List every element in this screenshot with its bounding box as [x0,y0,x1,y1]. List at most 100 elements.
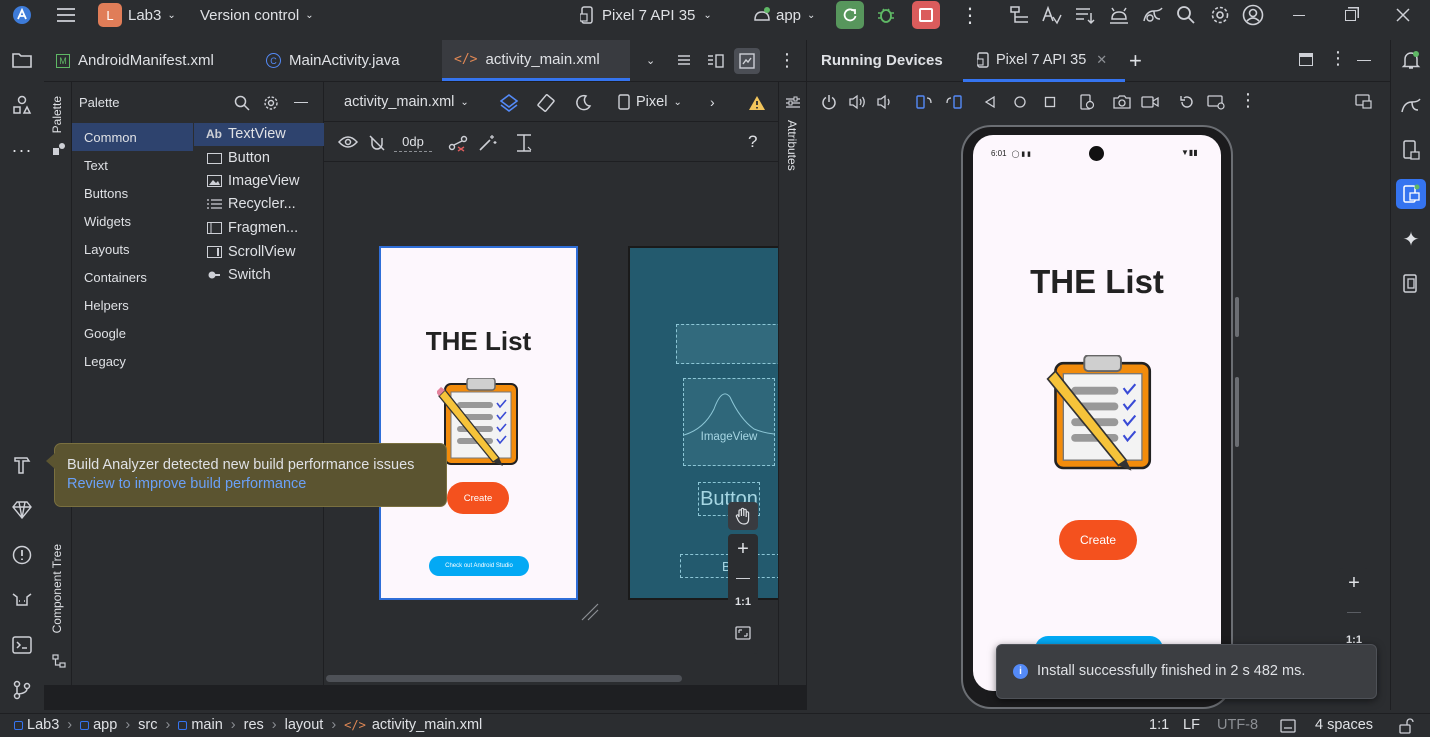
tab-main-activity[interactable]: C MainActivity.java [266,40,400,81]
screen-record-icon[interactable] [1141,94,1159,110]
project-selector[interactable]: L Lab3 ⌄ [98,0,176,30]
tab-activity-main-xml[interactable]: </> activity_main.xml [442,40,630,81]
design-surface-icon[interactable] [500,94,518,112]
restore-window-icon[interactable] [1345,0,1356,30]
device-tab-pixel7[interactable]: Pixel 7 API 35 ✕ [963,40,1125,82]
palette-category-common[interactable]: Common [84,130,137,145]
breadcrumb-item[interactable]: res [244,717,264,733]
lock-icon[interactable] [1398,718,1414,734]
device-more-icon[interactable]: ⋮ [1239,90,1257,111]
design-preview-screen[interactable]: THE List Create Check out Android Studio [379,246,578,600]
night-mode-icon[interactable] [574,94,592,112]
help-icon[interactable]: ? [748,132,757,152]
zoom-in-icon[interactable]: + [728,534,758,564]
palette-search-icon[interactable] [234,95,250,111]
palette-item-switch[interactable]: Switch [206,267,271,283]
tabs-overflow-chevron-icon[interactable]: ⌄ [646,40,655,81]
palette-category-legacy[interactable]: Legacy [84,354,126,369]
main-menu-icon[interactable] [56,0,76,30]
run-config-selector[interactable]: app ⌄ [752,0,815,30]
view-options-eye-icon[interactable] [338,134,358,150]
logcat-icon[interactable] [7,585,37,615]
volume-up-icon[interactable] [849,94,867,110]
back-icon[interactable] [983,95,997,109]
snapshot-icon[interactable] [1079,94,1095,110]
notifications-bell-icon[interactable] [1396,45,1426,75]
blueprint-textview[interactable] [676,324,778,364]
palette-category-layouts[interactable]: Layouts [84,242,130,257]
android-logo-icon[interactable] [12,0,32,30]
home-icon[interactable] [1013,95,1027,109]
palette-settings-icon[interactable] [263,95,279,111]
translate-icon[interactable] [1040,0,1062,30]
gradle-icon[interactable] [1396,90,1426,120]
gemini-sparkle-icon[interactable]: ✦ [1396,224,1426,254]
toolbar-overflow-chevron-icon[interactable]: › [710,94,715,110]
device-zoom-in-icon[interactable]: + [1339,568,1369,598]
split-view-icon[interactable] [706,40,724,81]
palette-side-label[interactable]: Palette [50,96,64,133]
pan-hand-icon[interactable] [728,502,758,530]
project-folder-icon[interactable] [7,45,37,75]
add-device-icon[interactable]: + [1129,48,1142,74]
mirror-display-icon[interactable] [1355,94,1373,110]
code-view-icon[interactable] [676,40,692,81]
more-actions-icon[interactable]: ⋮ [960,0,980,30]
palette-category-helpers[interactable]: Helpers [84,298,129,313]
phone-screen[interactable]: 6:01 ◯ ▮ ▮ ▼▮▮ THE List Create Check out… [973,135,1221,691]
clear-constraints-icon[interactable] [448,134,468,152]
palette-item-scrollview[interactable]: ScrollView [206,244,295,260]
guidelines-icon[interactable] [514,133,534,153]
default-margin-field[interactable]: 0dp [394,132,432,152]
palette-item-recyclerview[interactable]: Recycler... [206,196,296,212]
preview-studio-button[interactable]: Check out Android Studio [429,556,529,576]
palette-item-button[interactable]: Button [206,150,270,166]
minimize-window-icon[interactable] [1293,0,1305,30]
gem-icon[interactable] [7,495,37,525]
breadcrumb-item[interactable]: app [93,717,117,733]
reset-device-icon[interactable] [1179,94,1195,110]
canvas-horizontal-scrollbar[interactable] [326,675,682,682]
install-notification[interactable]: i Install successfully finished in 2 s 4… [996,644,1377,699]
phone-create-button[interactable]: Create [1059,520,1137,560]
editor-more-icon[interactable]: ⋮ [778,40,796,81]
component-tree-label[interactable]: Component Tree [50,544,64,633]
problems-icon[interactable] [7,540,37,570]
device-dropdown[interactable]: Pixel ⌄ [618,94,682,110]
palette-category-google[interactable]: Google [84,326,126,341]
breadcrumb-item[interactable]: Lab3 [27,717,59,733]
file-encoding[interactable]: UTF-8 [1217,717,1258,733]
device-manager-icon[interactable] [1396,135,1426,165]
design-view-icon[interactable] [734,40,760,81]
resize-handle-icon[interactable] [580,602,600,622]
vcs-selector[interactable]: Version control ⌄ [200,0,314,30]
search-icon[interactable] [1176,0,1196,30]
rotate-right-icon[interactable] [945,94,963,110]
autoconnect-magnet-icon[interactable] [368,134,386,152]
line-ending[interactable]: LF [1183,717,1200,733]
gradle-elephant-icon[interactable] [1142,0,1164,30]
breadcrumb-item[interactable]: main [191,717,222,733]
overview-icon[interactable] [1043,95,1057,109]
layout-file-dropdown[interactable]: activity_main.xml ⌄ [344,94,469,110]
tooltip-review-link[interactable]: Review to improve build performance [67,476,306,492]
breadcrumb-item[interactable]: layout [285,717,324,733]
volume-down-icon[interactable] [877,94,893,110]
power-icon[interactable] [821,94,837,110]
palette-category-buttons[interactable]: Buttons [84,186,128,201]
more-tools-icon[interactable]: ··· [7,135,37,165]
close-tab-icon[interactable]: ✕ [1096,52,1107,68]
build-hammer-icon[interactable] [7,450,37,480]
running-devices-tool-icon[interactable] [1396,179,1426,209]
device-selector[interactable]: Pixel 7 API 35 ⌄ [580,0,712,30]
debug-button[interactable] [876,0,896,30]
palette-item-fragment[interactable]: Fragmen... [206,220,298,236]
settings-gear-icon[interactable] [1210,0,1230,30]
warning-icon[interactable] [748,95,766,111]
panel-hide-icon[interactable] [1357,60,1371,61]
sdk-manager-icon[interactable] [1008,0,1030,30]
zoom-out-icon[interactable] [736,578,750,579]
palette-hide-icon[interactable] [294,102,308,103]
palette-category-text[interactable]: Text [84,158,108,173]
attributes-label[interactable]: Attributes [785,120,799,171]
